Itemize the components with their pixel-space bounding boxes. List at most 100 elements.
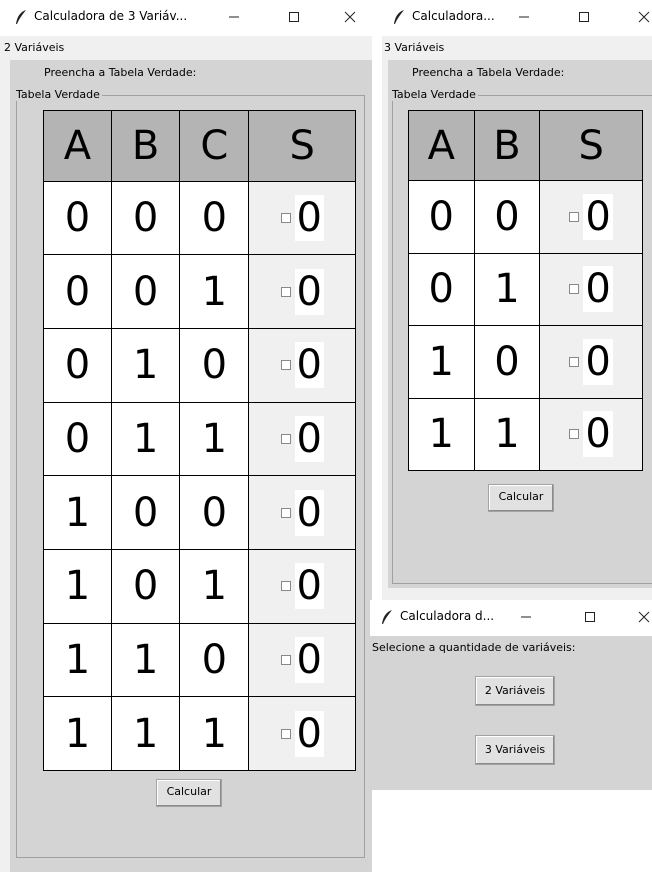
output-cell: 0 bbox=[539, 252, 643, 327]
window-title: Calculadora... bbox=[412, 9, 495, 23]
output-checkbutton[interactable]: 0 bbox=[249, 624, 355, 697]
output-cell: 0 bbox=[248, 475, 356, 550]
group-legend: Tabela Verdade bbox=[16, 88, 102, 101]
output-cell: 0 bbox=[539, 325, 643, 399]
three-variables-button[interactable]: 3 Variáveis bbox=[475, 735, 555, 765]
calcular-button[interactable]: Calcular bbox=[156, 779, 222, 807]
selector-prompt: Selecione a quantidade de variáveis: bbox=[372, 641, 576, 654]
output-value: 0 bbox=[583, 194, 613, 241]
table-row: 1110 bbox=[43, 696, 356, 771]
input-cell: 0 bbox=[179, 475, 250, 550]
maximize-button[interactable] bbox=[278, 4, 310, 30]
input-cell: 1 bbox=[110, 696, 181, 771]
close-icon bbox=[638, 611, 650, 623]
output-checkbutton[interactable]: 0 bbox=[540, 399, 642, 470]
checkbox-icon[interactable] bbox=[569, 429, 580, 440]
calcular-button[interactable]: Calcular bbox=[488, 484, 554, 512]
output-checkbutton[interactable]: 0 bbox=[540, 254, 642, 325]
window-title: Calculadora de 3 Variáv... bbox=[34, 9, 188, 23]
output-cell: 0 bbox=[248, 180, 356, 256]
output-checkbutton[interactable]: 0 bbox=[249, 403, 355, 476]
checkbox-icon[interactable] bbox=[569, 284, 580, 295]
output-cell: 0 bbox=[248, 401, 356, 477]
checkbox-icon[interactable] bbox=[280, 507, 291, 518]
output-checkbutton[interactable]: 0 bbox=[540, 326, 642, 397]
input-cell: 1 bbox=[473, 252, 541, 327]
input-cell: 1 bbox=[43, 622, 112, 698]
column-header: C bbox=[179, 110, 250, 182]
output-checkbutton[interactable]: 0 bbox=[249, 329, 355, 402]
output-checkbutton[interactable]: 0 bbox=[249, 550, 355, 623]
input-cell: 0 bbox=[473, 180, 541, 254]
instruction-text: Preencha a Tabela Verdade: bbox=[44, 66, 197, 79]
output-cell: 0 bbox=[539, 397, 643, 472]
close-icon bbox=[638, 11, 650, 23]
output-checkbutton[interactable]: 0 bbox=[249, 255, 355, 328]
output-checkbutton[interactable]: 0 bbox=[249, 182, 355, 255]
input-cell: 0 bbox=[110, 548, 181, 624]
two-variables-button[interactable]: 2 Variáveis bbox=[475, 676, 555, 706]
input-cell: 1 bbox=[473, 397, 541, 472]
group-legend: Tabela Verdade bbox=[392, 88, 478, 101]
titlebar[interactable]: Calculadora d... bbox=[370, 600, 652, 636]
input-cell: 0 bbox=[408, 180, 475, 254]
input-cell: 1 bbox=[43, 475, 112, 550]
input-cell: 1 bbox=[110, 327, 181, 403]
input-cell: 0 bbox=[473, 325, 541, 399]
checkbox-icon[interactable] bbox=[569, 356, 580, 367]
input-cell: 0 bbox=[43, 401, 112, 477]
checkbox-icon[interactable] bbox=[280, 728, 291, 739]
input-cell: 0 bbox=[43, 180, 112, 256]
content-panel: Preencha a Tabela Verdade: Tabela Verdad… bbox=[388, 60, 652, 588]
table-row: 1000 bbox=[43, 475, 356, 550]
checkbox-icon[interactable] bbox=[280, 654, 291, 665]
maximize-icon bbox=[579, 12, 589, 22]
truth-table: ABS000010100110 bbox=[408, 109, 643, 472]
output-checkbutton[interactable]: 0 bbox=[249, 476, 355, 549]
input-cell: 0 bbox=[408, 252, 475, 327]
minimize-button[interactable] bbox=[218, 4, 250, 30]
checkbox-icon[interactable] bbox=[280, 581, 291, 592]
output-checkbutton[interactable]: 0 bbox=[540, 181, 642, 252]
table-row: 1010 bbox=[43, 548, 356, 624]
input-cell: 1 bbox=[110, 622, 181, 698]
feather-icon bbox=[394, 10, 404, 24]
output-checkbutton[interactable]: 0 bbox=[249, 697, 355, 770]
instruction-text: Preencha a Tabela Verdade: bbox=[412, 66, 565, 79]
input-cell: 0 bbox=[179, 180, 250, 256]
table-row: 0100 bbox=[43, 327, 356, 403]
column-header: B bbox=[473, 109, 541, 182]
input-cell: 1 bbox=[179, 548, 250, 624]
minimize-button[interactable] bbox=[510, 604, 542, 630]
output-value: 0 bbox=[583, 411, 613, 458]
close-button[interactable] bbox=[334, 4, 366, 30]
header-row: ABS bbox=[408, 109, 643, 182]
table-row: 000 bbox=[408, 180, 643, 254]
output-cell: 0 bbox=[248, 696, 356, 771]
output-value: 0 bbox=[294, 710, 324, 757]
input-cell: 0 bbox=[110, 254, 181, 329]
checkbox-icon[interactable] bbox=[569, 212, 580, 223]
output-cell: 0 bbox=[248, 327, 356, 403]
checkbox-icon[interactable] bbox=[280, 433, 291, 444]
close-button[interactable] bbox=[628, 604, 652, 630]
close-button[interactable] bbox=[628, 4, 652, 30]
window-2-variables: Calculadora... 3 Variáveis Preencha a Ta… bbox=[382, 0, 652, 600]
window-title: Calculadora d... bbox=[400, 609, 495, 623]
table-row: 100 bbox=[408, 325, 643, 399]
maximize-button[interactable] bbox=[574, 604, 606, 630]
minimize-button[interactable] bbox=[508, 4, 540, 30]
output-value: 0 bbox=[583, 338, 613, 385]
input-cell: 0 bbox=[43, 254, 112, 329]
variable-selector-window: Calculadora d... Selecione a quantidade … bbox=[370, 600, 652, 790]
table-row: 0010 bbox=[43, 254, 356, 329]
feather-icon bbox=[16, 10, 26, 24]
input-cell: 0 bbox=[110, 180, 181, 256]
input-cell: 1 bbox=[179, 401, 250, 477]
checkbox-icon[interactable] bbox=[280, 286, 291, 297]
checkbox-icon[interactable] bbox=[280, 212, 291, 223]
checkbox-icon[interactable] bbox=[280, 360, 291, 371]
titlebar[interactable]: Calculadora... bbox=[382, 0, 652, 36]
titlebar[interactable]: Calculadora de 3 Variáv... bbox=[0, 0, 372, 36]
maximize-button[interactable] bbox=[568, 4, 600, 30]
